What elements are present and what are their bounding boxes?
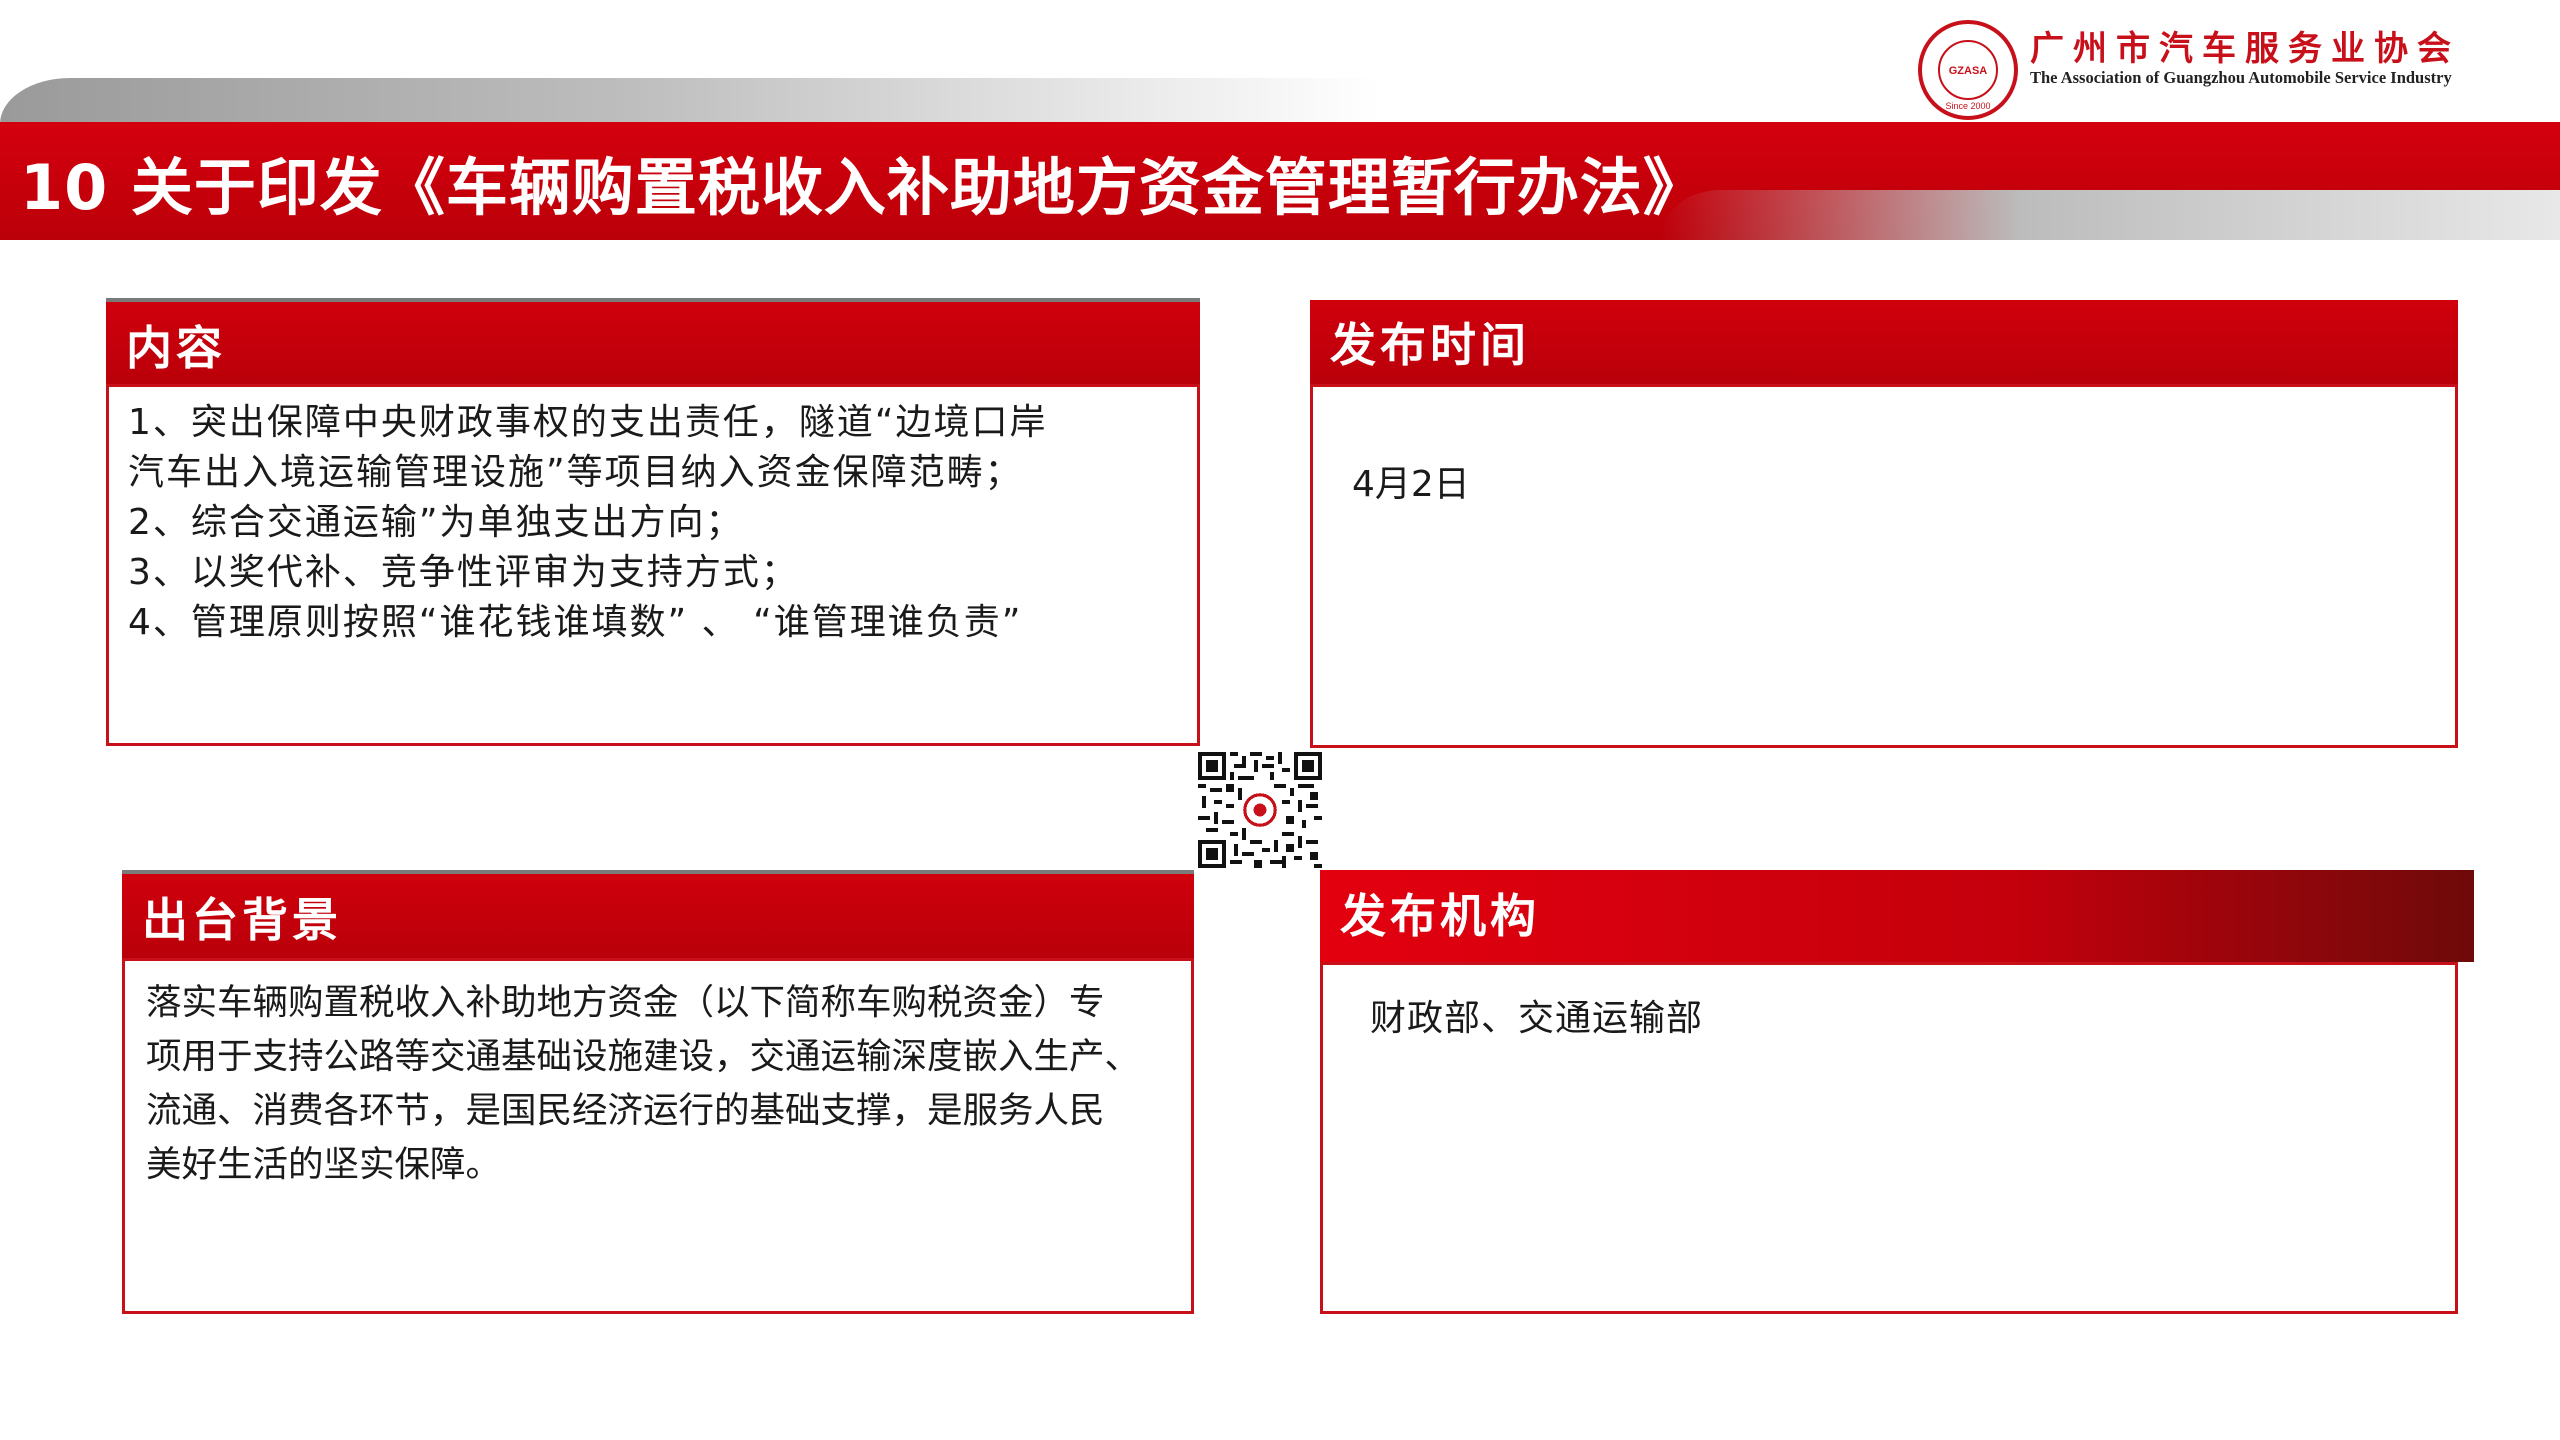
seal-since: Since 2000 <box>1945 101 1991 111</box>
background-section-text: 落实车辆购置税收入补助地方资金（以下简称车购税资金）专 项用于支持公路等交通基础… <box>146 982 1141 1185</box>
publish-time-section-header: 发布时间 <box>1310 300 2458 390</box>
association-name-en: The Association of Guangzhou Automobile … <box>2030 68 2452 87</box>
association-logo-seal: GZASA Since 2000 <box>1918 20 2018 120</box>
title-band-fade <box>1660 190 2560 240</box>
header-grey-band <box>0 78 1380 124</box>
publish-time-section-box <box>1310 384 2458 748</box>
seal-abbrev: GZASA <box>1948 65 1988 77</box>
qr-code-icon <box>1198 752 1322 868</box>
publisher-text: 财政部、交通运输部 <box>1370 998 1704 1039</box>
content-section-text: 1、突出保障中央财政事权的支出责任，隧道“边境口岸 汽车出入境运输管理设施”等项… <box>128 402 1048 643</box>
page-title: 10 关于印发《车辆购置税收入补助地方资金管理暂行办法》 <box>20 151 1706 224</box>
content-section-header: 内容 <box>106 298 1200 390</box>
publish-time-text: 4月2日 <box>1352 464 1470 505</box>
publisher-section-header: 发布机构 <box>1320 870 2474 962</box>
background-section-header: 出台背景 <box>122 870 1194 962</box>
